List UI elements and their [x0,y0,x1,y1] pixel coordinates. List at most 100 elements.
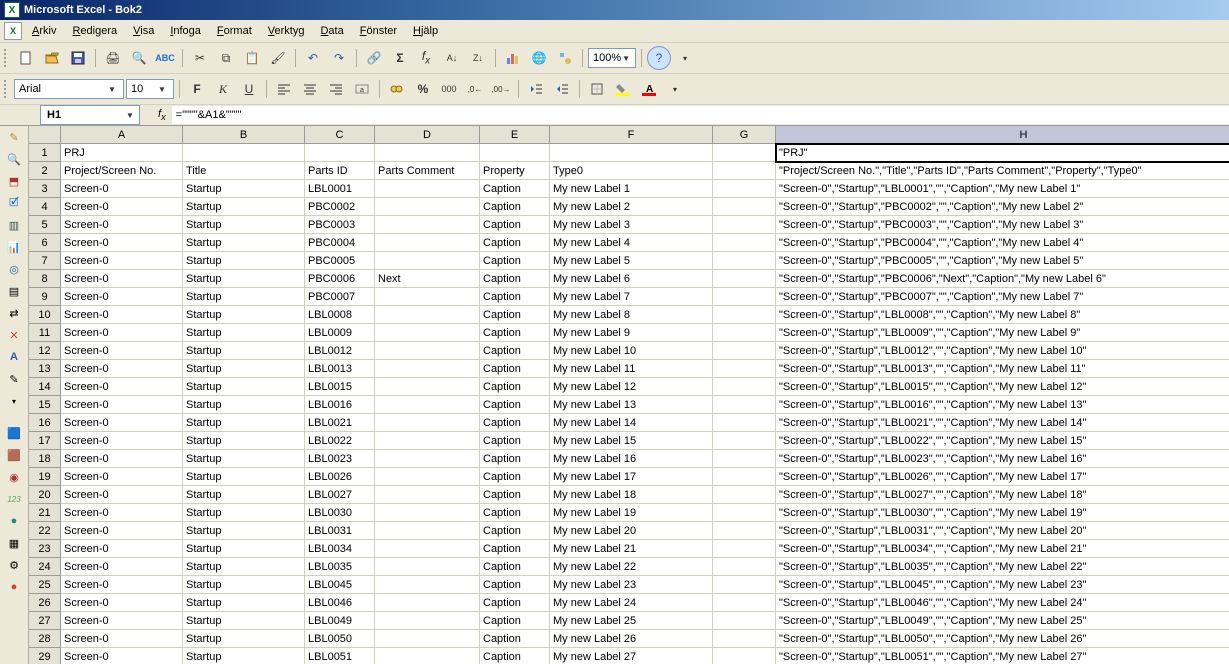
cell-C18[interactable]: LBL0023 [305,450,375,468]
decrease-decimal-button[interactable]: ,00→ [489,77,513,101]
cell-F17[interactable]: My new Label 15 [550,432,713,450]
row-header-16[interactable]: 16 [29,414,61,432]
cell-D5[interactable] [375,216,480,234]
cell-E23[interactable]: Caption [480,540,550,558]
cell-A26[interactable]: Screen-0 [61,594,183,612]
currency-button[interactable] [385,77,409,101]
row-header-9[interactable]: 9 [29,288,61,306]
cell-A3[interactable]: Screen-0 [61,180,183,198]
cell-B9[interactable]: Startup [183,288,305,306]
taskpane-icon[interactable]: ● [5,512,23,530]
align-left-button[interactable] [272,77,296,101]
cell-D6[interactable] [375,234,480,252]
cell-B16[interactable]: Startup [183,414,305,432]
cell-E7[interactable]: Caption [480,252,550,270]
cell-G21[interactable] [713,504,776,522]
cell-B20[interactable]: Startup [183,486,305,504]
taskpane-icon[interactable]: A [5,348,23,366]
map-button[interactable]: 🌐 [527,46,551,70]
cell-H2[interactable]: "Project/Screen No.","Title","Parts ID",… [776,162,1229,180]
formula-input[interactable]: =""""&A1&"""" [172,106,1229,124]
align-center-button[interactable] [298,77,322,101]
cell-C20[interactable]: LBL0027 [305,486,375,504]
cell-H25[interactable]: "Screen-0","Startup","LBL0045","","Capti… [776,576,1229,594]
cell-F25[interactable]: My new Label 23 [550,576,713,594]
cell-H17[interactable]: "Screen-0","Startup","LBL0022","","Capti… [776,432,1229,450]
taskpane-icon[interactable]: ▥ [5,216,23,234]
row-header-1[interactable]: 1 [29,144,61,162]
cell-C5[interactable]: PBC0003 [305,216,375,234]
cell-A11[interactable]: Screen-0 [61,324,183,342]
row-header-3[interactable]: 3 [29,180,61,198]
zoom-combo[interactable]: 100% ▼ [588,48,636,68]
cell-E5[interactable]: Caption [480,216,550,234]
cell-E9[interactable]: Caption [480,288,550,306]
cell-E3[interactable]: Caption [480,180,550,198]
cell-F28[interactable]: My new Label 26 [550,630,713,648]
taskpane-icon[interactable]: ▾ [5,392,23,410]
cell-F18[interactable]: My new Label 16 [550,450,713,468]
cell-A6[interactable]: Screen-0 [61,234,183,252]
cell-C27[interactable]: LBL0049 [305,612,375,630]
cell-E18[interactable]: Caption [480,450,550,468]
paste-button[interactable]: 📋 [240,46,264,70]
toolbar-grip[interactable] [4,49,10,67]
cell-B2[interactable]: Title [183,162,305,180]
row-header-23[interactable]: 23 [29,540,61,558]
col-header-B[interactable]: B [183,126,305,144]
cell-G20[interactable] [713,486,776,504]
fx-icon[interactable]: fx [158,108,166,122]
cell-A28[interactable]: Screen-0 [61,630,183,648]
col-header-C[interactable]: C [305,126,375,144]
cell-G8[interactable] [713,270,776,288]
fontsize-combo[interactable]: 10 ▼ [126,79,174,99]
cell-A7[interactable]: Screen-0 [61,252,183,270]
row-header-29[interactable]: 29 [29,648,61,664]
cell-D14[interactable] [375,378,480,396]
cell-H26[interactable]: "Screen-0","Startup","LBL0046","","Capti… [776,594,1229,612]
cell-H10[interactable]: "Screen-0","Startup","LBL0008","","Capti… [776,306,1229,324]
menubar-icon[interactable]: X [4,22,22,40]
cell-G10[interactable] [713,306,776,324]
cell-H24[interactable]: "Screen-0","Startup","LBL0035","","Capti… [776,558,1229,576]
cell-F26[interactable]: My new Label 24 [550,594,713,612]
cell-B3[interactable]: Startup [183,180,305,198]
cell-H29[interactable]: "Screen-0","Startup","LBL0051","","Capti… [776,648,1229,664]
row-header-18[interactable]: 18 [29,450,61,468]
cell-C9[interactable]: PBC0007 [305,288,375,306]
cell-C6[interactable]: PBC0004 [305,234,375,252]
increase-indent-button[interactable] [550,77,574,101]
cell-A19[interactable]: Screen-0 [61,468,183,486]
sort-desc-button[interactable]: Z↓ [466,46,490,70]
cell-B19[interactable]: Startup [183,468,305,486]
cell-H18[interactable]: "Screen-0","Startup","LBL0023","","Capti… [776,450,1229,468]
cell-G12[interactable] [713,342,776,360]
print-preview-button[interactable]: 🔍 [127,46,151,70]
chart-wizard-button[interactable] [501,46,525,70]
row-header-28[interactable]: 28 [29,630,61,648]
taskpane-icon[interactable]: ✎ [5,370,23,388]
align-right-button[interactable] [324,77,348,101]
cell-D29[interactable] [375,648,480,664]
menu-redigera[interactable]: Redigera [64,23,125,39]
cell-B13[interactable]: Startup [183,360,305,378]
cell-D11[interactable] [375,324,480,342]
cell-B8[interactable]: Startup [183,270,305,288]
col-header-G[interactable]: G [713,126,776,144]
cell-C19[interactable]: LBL0026 [305,468,375,486]
cell-C22[interactable]: LBL0031 [305,522,375,540]
name-box[interactable]: H1 ▼ [40,105,140,125]
cell-C11[interactable]: LBL0009 [305,324,375,342]
cell-E27[interactable]: Caption [480,612,550,630]
cell-G19[interactable] [713,468,776,486]
cell-D7[interactable] [375,252,480,270]
row-header-22[interactable]: 22 [29,522,61,540]
cell-D8[interactable]: Next [375,270,480,288]
cell-H22[interactable]: "Screen-0","Startup","LBL0031","","Capti… [776,522,1229,540]
cell-C8[interactable]: PBC0006 [305,270,375,288]
cell-F24[interactable]: My new Label 22 [550,558,713,576]
cell-D16[interactable] [375,414,480,432]
menu-fönster[interactable]: Fönster [352,23,405,39]
menu-visa[interactable]: Visa [125,23,162,39]
cell-B14[interactable]: Startup [183,378,305,396]
